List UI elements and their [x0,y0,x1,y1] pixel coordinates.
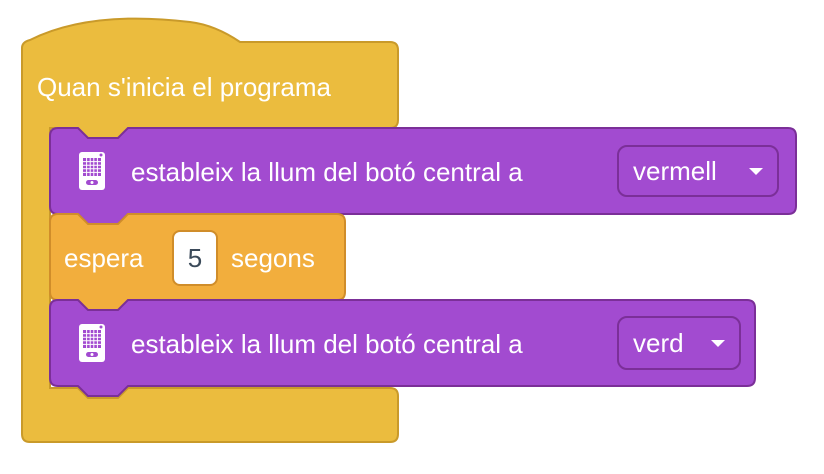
hub-icon [79,324,105,362]
set-light-label-2: estableix la llum del botó central a [131,329,523,359]
color-dropdown-value-1: vermell [633,155,717,186]
wait-label-before: espera [64,243,144,273]
wait-label-after: segons [231,243,315,273]
hat-block-label: Quan s'inicia el programa [37,72,331,102]
chevron-down-icon [711,340,725,347]
color-dropdown-2[interactable]: verd [617,316,741,370]
chevron-down-icon [749,168,763,175]
wait-seconds-input[interactable]: 5 [172,230,218,286]
color-dropdown-value-2: verd [633,327,684,358]
color-dropdown-1[interactable]: vermell [617,145,779,197]
hub-icon [79,152,105,190]
set-light-label-1: estableix la llum del botó central a [131,157,523,187]
wait-seconds-value: 5 [187,242,203,273]
